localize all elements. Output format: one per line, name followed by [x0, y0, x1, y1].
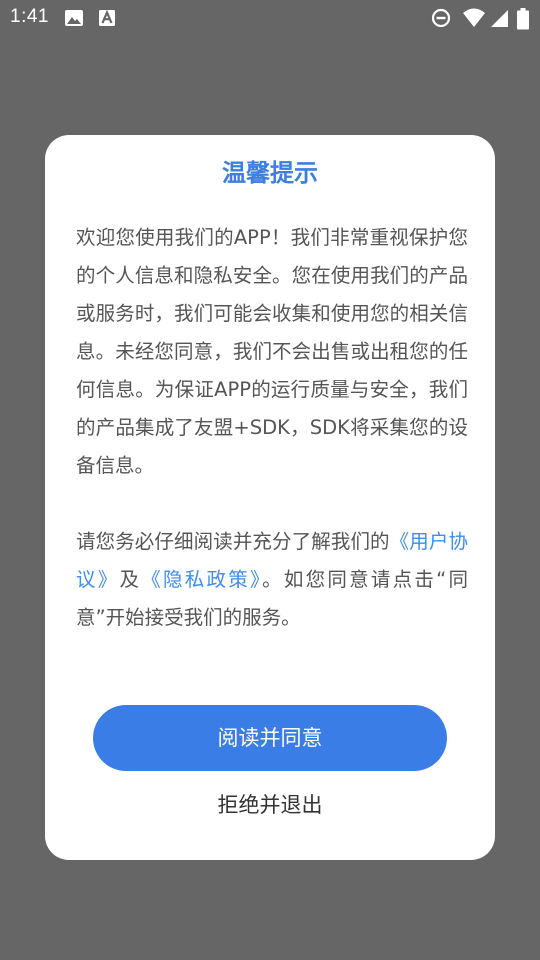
- consent-text-middle: 及: [119, 568, 142, 591]
- do-not-disturb-icon: [431, 8, 451, 28]
- agree-button[interactable]: 阅读并同意: [93, 705, 447, 771]
- status-time: 1:41: [10, 6, 49, 27]
- consent-text-before: 请您务必仔细阅读并充分了解我们的: [76, 530, 390, 553]
- status-bar: 1:41: [0, 0, 540, 36]
- battery-icon: [517, 8, 529, 30]
- exit-button[interactable]: 拒绝并退出: [45, 787, 495, 823]
- dialog-title: 温馨提示: [222, 159, 318, 187]
- privacy-dialog: 温馨提示 欢迎您使用我们的APP！我们非常重视保护您的个人信息和隐私安全。您在使…: [45, 135, 495, 860]
- text-a-icon: [99, 9, 115, 26]
- signal-icon: [491, 10, 508, 27]
- wifi-icon: [463, 8, 485, 27]
- dialog-body: 欢迎您使用我们的APP！我们非常重视保护您的个人信息和隐私安全。您在使用我们的产…: [76, 219, 468, 637]
- privacy-policy-link[interactable]: 《隐私政策》: [141, 568, 262, 591]
- dialog-intro-paragraph: 欢迎您使用我们的APP！我们非常重视保护您的个人信息和隐私安全。您在使用我们的产…: [76, 226, 468, 477]
- dialog-consent-paragraph: 请您务必仔细阅读并充分了解我们的《用户协议》及《隐私政策》。如您同意请点击“同意…: [76, 523, 468, 637]
- image-icon: [65, 10, 83, 26]
